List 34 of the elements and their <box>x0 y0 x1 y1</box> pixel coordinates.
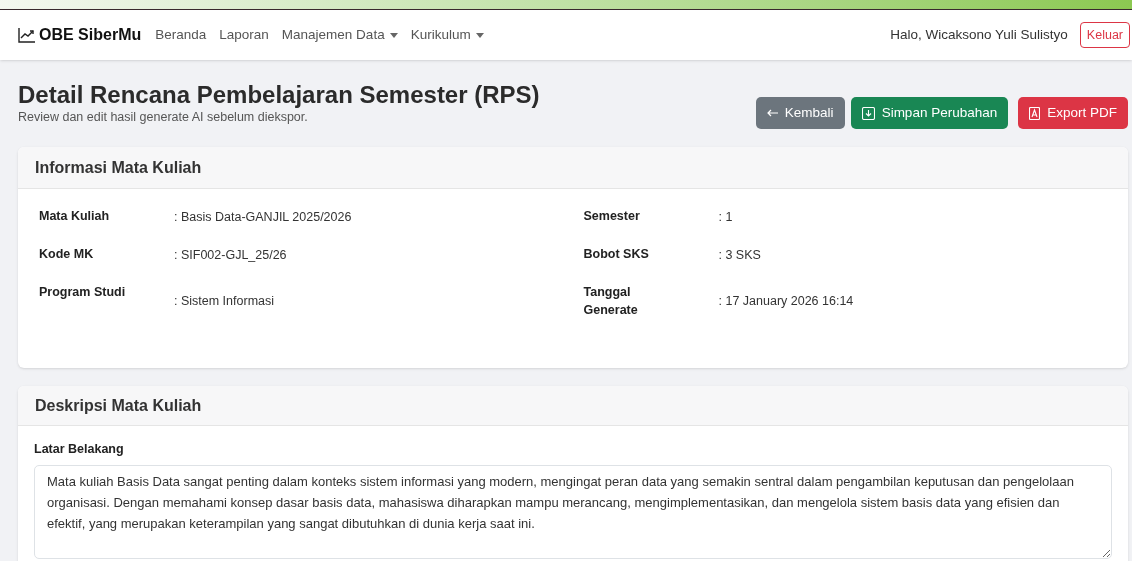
field-value: : 1 <box>718 208 733 226</box>
nav-link[interactable]: Laporan <box>219 24 269 46</box>
field-label: Latar Belakang <box>34 441 125 458</box>
greeting-text: Halo, Wicaksono Yuli Sulistyo <box>890 25 1068 44</box>
caret-icon <box>475 32 484 38</box>
nav-link[interactable]: Beranda <box>155 24 207 46</box>
back-button[interactable]: Kembali <box>755 97 845 129</box>
export-pdf-button[interactable]: Export PDF <box>1018 97 1128 129</box>
page-subtitle: Review dan edit hasil generate AI sebelum diekspor. <box>18 110 309 125</box>
logout-button[interactable]: Keluar <box>1079 22 1130 48</box>
field-label: Program Studi <box>39 284 127 301</box>
dropdown-link[interactable]: Manajemen Data <box>281 24 398 46</box>
field-label: Semester <box>583 208 641 225</box>
card-title: Deskripsi Mata Kuliah <box>35 395 202 416</box>
field-label: Bobot SKS <box>583 246 650 263</box>
field-label: Tanggal Generate <box>583 284 639 319</box>
arrow-left-icon <box>766 109 778 117</box>
caret-icon <box>389 32 398 38</box>
pdf-file-icon <box>1029 106 1041 120</box>
card-title: Informasi Mata Kuliah <box>35 157 202 178</box>
field-value: : SIF002-GJL_25/26 <box>174 246 287 264</box>
brand-link[interactable]: OBE SiberMu <box>39 23 142 47</box>
save-button[interactable]: Simpan Perubahan <box>850 97 1009 129</box>
dropdown-link[interactable]: Kurikulum <box>410 24 484 46</box>
text-area[interactable]: Mata kuliah Basis Data sangat penting dalam konteks sistem informasi yang modern, mengingat peran data yang semakin sentral dalam pengambilan keputusan dan pengelolaan organisasi. Dengan memahami konsep dasar basis data, mahasiswa diharapkan mampu merancang, mengimplementasikan, dan mengelola sistem basis data yang efisien dan efektif, yang merupakan keterampilan yang sangat dibutuhkan di dunia kerja saat ini. <box>34 464 1112 559</box>
chart-line-icon <box>18 27 35 43</box>
field-value: : Sistem Informasi <box>174 292 275 310</box>
field-label: Mata Kuliah <box>39 208 111 225</box>
field-value: : 17 January 2026 16:14 <box>718 292 854 310</box>
field-label: Kode MK <box>39 246 95 263</box>
save-icon <box>861 106 875 120</box>
field-value: : 3 SKS <box>718 246 761 264</box>
page-title: Detail Rencana Pembelajaran Semester (RPS) <box>18 80 541 110</box>
field-value: : Basis Data-GANJIL 2025/2026 <box>174 208 352 226</box>
